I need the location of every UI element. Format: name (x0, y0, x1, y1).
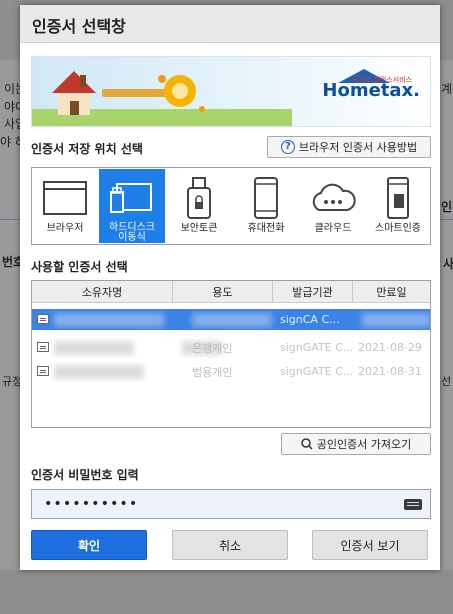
ok-button[interactable]: 확인 (31, 530, 147, 560)
storage-security-token[interactable]: 보안토큰 (166, 169, 232, 243)
column-header-expiry[interactable]: 만료일 (353, 281, 430, 303)
dialog-title-bar[interactable]: 인증서 선택창 (20, 5, 440, 43)
storage-cloud[interactable]: 클라우드 (300, 169, 366, 243)
mobile-phone-icon (254, 177, 278, 219)
table-row[interactable]: 은행개인 signGATE C... 2021-08-29 (32, 337, 430, 358)
hometax-banner: 국세청 홈택스서비스 Hometax. (31, 56, 431, 127)
browser-cert-help-button[interactable]: ? 브라우저 인증서 사용방법 (267, 136, 431, 158)
cloud-icon (312, 183, 356, 211)
table-header: 소유자명 용도 발급기관 만료일 (32, 281, 430, 303)
background-divider (0, 219, 20, 220)
certificate-icon (37, 366, 49, 376)
cell-issuer: signGATE C... (280, 341, 352, 354)
view-certificate-button[interactable]: 인증서 보기 (312, 530, 428, 560)
storage-label: 스마트인증 (375, 223, 421, 234)
cert-list-label: 사용할 인증서 선택 (31, 260, 128, 274)
brand-logo-text: Hometax. (322, 80, 420, 101)
cell-expiry: 2021-08-31 (358, 365, 422, 378)
column-header-owner[interactable]: 소유자명 (32, 281, 173, 303)
background-text: 인- (441, 200, 453, 214)
background-text: 사 (443, 257, 453, 271)
cell-usage: 은행개인 (192, 341, 233, 355)
storage-label: 브라우저 (46, 223, 84, 234)
table-row[interactable]: 범용개인 signGATE C... 2021-08-31 (32, 361, 430, 382)
help-button-label: 브라우저 인증서 사용방법 (298, 141, 418, 154)
password-label: 인증서 비밀번호 입력 (31, 468, 139, 482)
magnifier-icon (300, 438, 313, 450)
certificate-table: 소유자명 용도 발급기관 만료일 signCA C... 은행개인 signGA… (31, 280, 431, 428)
security-token-icon (187, 177, 211, 219)
import-button-label: 공인인증서 가져오기 (316, 438, 412, 451)
redacted-owner (54, 313, 164, 327)
smart-auth-icon (387, 177, 409, 219)
background-text: 계산 (441, 82, 453, 96)
storage-location-label: 인증서 저장 위치 선택 (31, 142, 143, 156)
import-certificate-button[interactable]: 공인인증서 가져오기 (281, 433, 431, 455)
certificate-dialog: 인증서 선택창 국세청 홈택스서비스 Hometax. 인증서 저장 위치 선택… (20, 5, 440, 570)
storage-location-selector: 브라우저 하드디스크 이동식 보안토큰 휴대전화 클라우드 스마트인증 (31, 167, 431, 245)
certificate-icon (37, 342, 49, 352)
browser-window-icon (43, 181, 87, 215)
password-field[interactable]: •••••••••• (31, 489, 431, 519)
dialog-title: 인증서 선택창 (32, 17, 126, 36)
column-header-usage[interactable]: 용도 (173, 281, 273, 303)
column-header-issuer[interactable]: 발급기관 (273, 281, 353, 303)
storage-label: 클라우드 (314, 223, 352, 234)
redacted-owner (54, 365, 144, 379)
storage-label: 휴대전화 (247, 223, 285, 234)
cancel-button[interactable]: 취소 (172, 530, 288, 560)
cell-expiry: 2021-08-29 (358, 341, 422, 354)
storage-browser[interactable]: 브라우저 (32, 169, 98, 243)
redacted-owner (54, 341, 134, 355)
cell-issuer: signCA C... (280, 313, 340, 326)
keyboard-icon[interactable] (404, 499, 422, 510)
redacted-usage (192, 313, 272, 327)
storage-harddisk[interactable]: 하드디스크 이동식 (99, 169, 165, 243)
usb-drive-icon (110, 183, 152, 213)
storage-smart-auth[interactable]: 스마트인증 (365, 169, 431, 243)
table-row[interactable]: signCA C... (32, 309, 430, 330)
question-icon: ? (280, 140, 295, 154)
background-text: 선 액 (441, 375, 453, 388)
storage-label: 보안토큰 (180, 223, 218, 234)
storage-label: 하드디스크 이동식 (109, 222, 155, 243)
cell-issuer: signGATE C... (280, 365, 352, 378)
redacted-expiry (362, 313, 430, 327)
storage-mobile-phone[interactable]: 휴대전화 (233, 169, 299, 243)
cell-usage: 범용개인 (192, 365, 233, 379)
password-value: •••••••••• (44, 496, 139, 512)
background-divider (440, 219, 453, 220)
certificate-icon (37, 314, 49, 324)
